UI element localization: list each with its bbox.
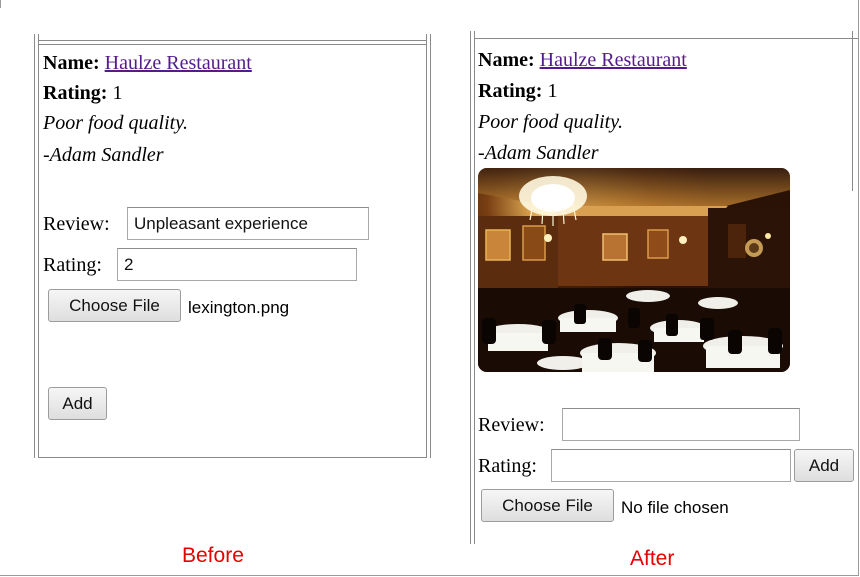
add-button[interactable]: Add bbox=[48, 387, 107, 420]
after-rating-row: Rating: 1 bbox=[478, 79, 557, 103]
before-border-right-outer bbox=[430, 34, 431, 458]
choose-file-button[interactable]: Choose File bbox=[48, 289, 181, 322]
before-border-left-inner bbox=[38, 34, 39, 458]
name-label: Name: bbox=[43, 52, 100, 74]
rating-input[interactable] bbox=[551, 449, 791, 482]
before-rating-row: Rating: 1 bbox=[43, 81, 122, 105]
before-name-row: Name: Haulze Restaurant bbox=[43, 51, 252, 75]
review-author: -Adam Sandler bbox=[478, 142, 599, 164]
restaurant-name-link[interactable]: Haulze Restaurant bbox=[105, 52, 252, 74]
restaurant-photo bbox=[478, 168, 790, 372]
before-caption: Before bbox=[182, 544, 244, 567]
rating-value: 1 bbox=[547, 80, 558, 102]
restaurant-name-link[interactable]: Haulze Restaurant bbox=[540, 49, 687, 71]
after-border-top bbox=[474, 38, 858, 39]
review-field-label: Review: bbox=[478, 414, 545, 436]
before-border-left-outer bbox=[34, 34, 35, 458]
review-input[interactable]: Unpleasant experience bbox=[127, 207, 369, 240]
before-border-right-inner bbox=[426, 34, 427, 458]
after-caption: After bbox=[630, 547, 675, 570]
before-border-top-inner bbox=[38, 44, 427, 45]
frame-edge bbox=[0, 0, 1, 8]
after-border-left-outer bbox=[470, 31, 471, 544]
before-border-top bbox=[38, 40, 427, 41]
selected-file-name: lexington.png bbox=[188, 298, 290, 317]
name-label: Name: bbox=[478, 49, 535, 71]
review-comment: Poor food quality. bbox=[478, 111, 623, 133]
rating-field-label: Rating: bbox=[43, 254, 102, 276]
after-border-right bbox=[852, 31, 853, 191]
rating-value: 1 bbox=[112, 82, 123, 104]
rating-field-label: Rating: bbox=[478, 455, 537, 477]
review-input[interactable] bbox=[562, 408, 800, 441]
review-author: -Adam Sandler bbox=[43, 144, 164, 166]
after-name-row: Name: Haulze Restaurant bbox=[478, 48, 687, 72]
review-field-label: Review: bbox=[43, 213, 110, 235]
add-button[interactable]: Add bbox=[794, 449, 854, 482]
rating-label: Rating: bbox=[478, 80, 543, 102]
after-border-left-inner bbox=[474, 31, 475, 544]
rating-label: Rating: bbox=[43, 82, 108, 104]
before-border-bottom bbox=[38, 457, 427, 458]
rating-input[interactable]: 2 bbox=[117, 248, 357, 281]
choose-file-button[interactable]: Choose File bbox=[481, 489, 614, 522]
review-comment: Poor food quality. bbox=[43, 112, 188, 134]
file-status: No file chosen bbox=[621, 498, 729, 517]
